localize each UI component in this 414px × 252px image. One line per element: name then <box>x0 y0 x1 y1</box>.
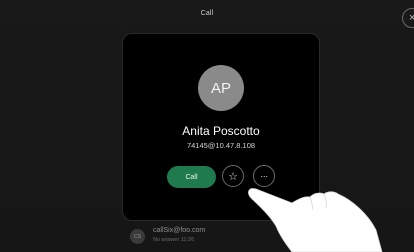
list-item-title: callSix@foo.com <box>153 227 206 234</box>
avatar: AP <box>198 65 244 111</box>
page-title: Call <box>200 10 214 17</box>
contact-card: AP Anita Poscotto 74145@10.47.8.108 Call… <box>123 34 319 220</box>
list-avatar: CS <box>130 229 145 244</box>
favorite-button[interactable]: ☆ <box>222 165 244 187</box>
list-avatar-initials: CS <box>134 233 141 240</box>
call-button[interactable]: Call <box>167 166 216 188</box>
contact-number: 74145@10.47.8.108 <box>186 141 256 150</box>
list-item-subtitle: No answer 11:26 <box>153 237 195 243</box>
close-icon: × <box>409 12 414 24</box>
star-icon: ☆ <box>228 170 238 183</box>
call-button-label: Call <box>185 173 198 181</box>
contact-name: Anita Poscotto <box>182 124 260 138</box>
avatar-initials: AP <box>210 79 231 97</box>
more-button[interactable]: ··· <box>253 165 275 187</box>
call-screen: Call × AP Anita Poscotto 74145@10.47.8.1… <box>0 0 414 252</box>
more-icon: ··· <box>260 171 268 181</box>
list-item[interactable]: CS callSix@foo.com No answer 11:26 <box>128 225 328 249</box>
